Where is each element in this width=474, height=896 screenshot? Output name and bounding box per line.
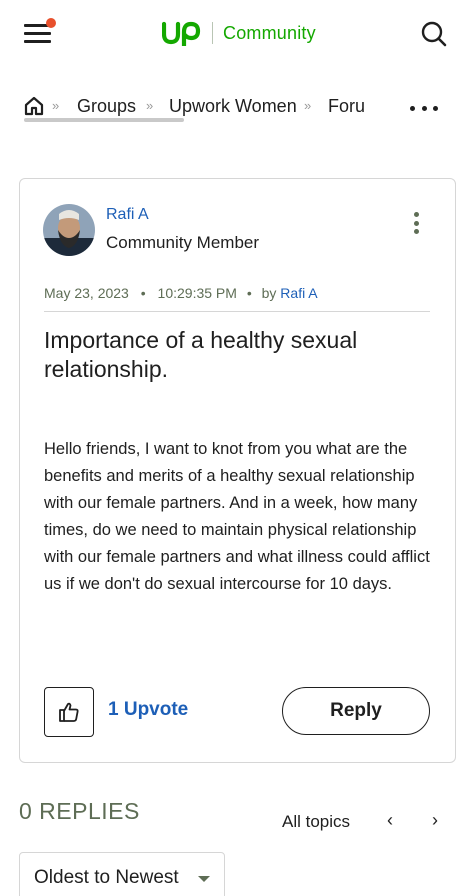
post-meta: May 23, 2023 • 10:29:35 PM • by Rafi A <box>44 285 318 301</box>
breadcrumb-item-groups[interactable]: Groups <box>77 96 136 117</box>
author-rank: Community Member <box>106 233 260 252</box>
menu-bar-3 <box>24 40 51 43</box>
post-date: May 23, 2023 <box>44 285 129 301</box>
breadcrumb-item-upwork-women[interactable]: Upwork Women <box>169 96 297 117</box>
sort-order-value: Oldest to Newest <box>34 867 179 888</box>
meta-divider <box>44 311 430 312</box>
more-dot-icon <box>413 212 419 217</box>
more-dot-icon <box>410 105 415 111</box>
notification-dot-icon <box>46 18 56 28</box>
more-dot-icon <box>413 229 419 234</box>
by-label: by <box>261 285 277 301</box>
search-button[interactable] <box>420 20 448 48</box>
menu-bar-2 <box>24 32 51 35</box>
breadcrumb-more-options-button[interactable] <box>410 104 438 112</box>
upwork-community-logo[interactable]: Community <box>162 18 316 48</box>
breadcrumb-separator: » <box>52 98 59 113</box>
previous-topic-button[interactable]: ‹ <box>381 810 399 834</box>
search-icon <box>421 21 447 47</box>
upvote-count-link[interactable]: 1 Upvote <box>108 699 188 721</box>
by-author-link[interactable]: Rafi A <box>280 285 317 301</box>
breadcrumb-scrollbar[interactable] <box>24 118 184 122</box>
hamburger-menu-button[interactable] <box>24 18 56 46</box>
brand-label: Community <box>223 22 316 43</box>
breadcrumb-separator: » <box>146 98 153 113</box>
breadcrumb-home-link[interactable] <box>24 96 44 116</box>
next-topic-button[interactable]: › <box>426 810 444 834</box>
upvote-button[interactable] <box>44 687 94 737</box>
meta-separator: • <box>246 285 252 301</box>
home-icon <box>24 96 44 116</box>
more-dot-icon <box>413 220 419 226</box>
breadcrumb-separator: » <box>304 98 311 113</box>
sort-order-select[interactable]: Oldest to Newest <box>19 852 225 896</box>
avatar-photo-icon <box>43 204 95 256</box>
author-avatar[interactable] <box>43 204 95 256</box>
post-options-button[interactable] <box>411 212 421 234</box>
breadcrumb-item-forum[interactable]: Foru <box>328 96 365 117</box>
all-topics-link[interactable]: All topics <box>282 812 350 832</box>
replies-count-heading: 0 REPLIES <box>19 798 140 824</box>
post-body: Hello friends, I want to knot from you w… <box>44 440 430 593</box>
author-name-link[interactable]: Rafi A <box>106 206 149 224</box>
thumbs-up-icon <box>59 702 79 722</box>
chevron-down-icon <box>198 876 210 882</box>
upwork-logo-icon <box>162 21 201 46</box>
more-dot-icon <box>421 105 427 111</box>
meta-separator: • <box>140 285 146 301</box>
more-dot-icon <box>433 105 438 111</box>
reply-button[interactable]: Reply <box>282 687 430 735</box>
post-title: Importance of a healthy sexual relations… <box>44 327 358 382</box>
brand-divider <box>212 22 213 44</box>
post-time: 10:29:35 PM <box>157 285 237 301</box>
top-app-bar: Community <box>0 0 474 70</box>
